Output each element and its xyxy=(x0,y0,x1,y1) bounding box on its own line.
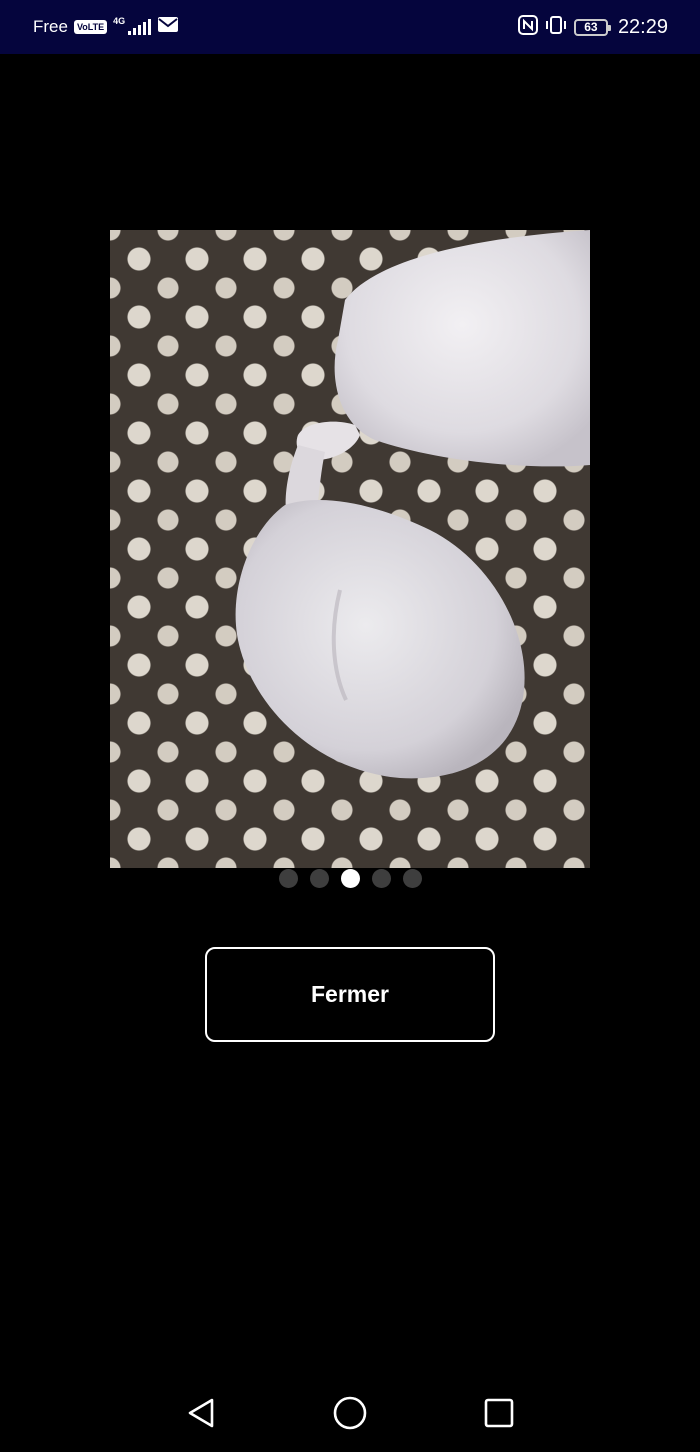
page-dot-3-active[interactable] xyxy=(340,868,360,888)
home-circle-icon[interactable] xyxy=(331,1394,369,1432)
page-dot-5[interactable] xyxy=(402,868,422,888)
mail-icon xyxy=(157,16,179,38)
recents-square-icon[interactable] xyxy=(480,1394,518,1432)
status-right: 63 22:29 xyxy=(517,14,668,40)
nfc-icon xyxy=(517,14,538,40)
vibrate-icon xyxy=(544,15,568,40)
back-triangle-icon[interactable] xyxy=(182,1394,220,1432)
network-type: 4G xyxy=(113,16,126,26)
page-dot-1[interactable] xyxy=(278,868,298,888)
photo-image[interactable] xyxy=(110,230,590,868)
page-dot-2[interactable] xyxy=(309,868,329,888)
close-button[interactable]: Fermer xyxy=(205,947,495,1042)
battery-icon: 63 xyxy=(573,18,611,36)
page-dot-4[interactable] xyxy=(371,868,391,888)
volte-badge: VoLTE xyxy=(73,20,108,34)
carrier-name: Free xyxy=(33,17,68,36)
page-indicator xyxy=(0,868,700,888)
battery-level: 63 xyxy=(584,20,598,34)
clock: 22:29 xyxy=(617,15,668,38)
status-bar: Free VoLTE 4G 63 22:29 xyxy=(0,0,700,54)
signal-icon xyxy=(128,18,152,35)
navigation-bar xyxy=(0,1372,700,1452)
status-left: Free VoLTE 4G xyxy=(33,16,179,38)
